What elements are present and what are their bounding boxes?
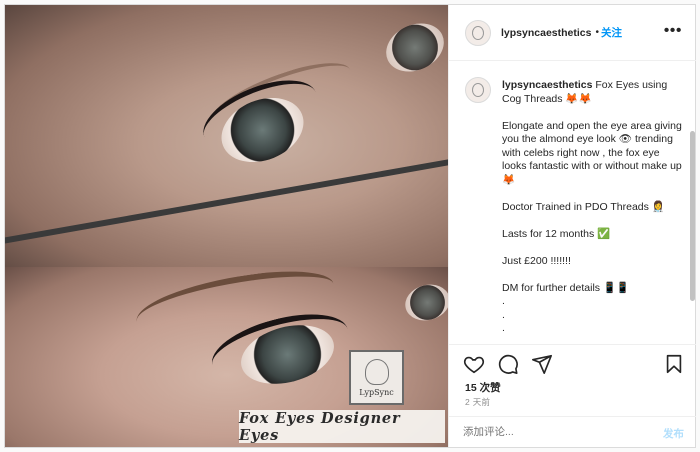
more-options-icon[interactable]: ••• xyxy=(664,22,682,40)
caption-line: Just £200 !!!!!!! xyxy=(502,254,571,267)
post-comment-button[interactable]: 发布 xyxy=(663,426,684,441)
post-image[interactable]: LypSync Fox Eyes Designer Eyes xyxy=(5,5,448,447)
follow-button[interactable]: 关注 xyxy=(601,25,622,40)
caption-line: Elongate and open the eye area giving yo… xyxy=(502,119,682,186)
lypsync-logo: LypSync xyxy=(349,350,404,405)
caption-line: . xyxy=(502,322,505,334)
image-banner: Fox Eyes Designer Eyes xyxy=(239,410,445,444)
caption-avatar-face-icon xyxy=(472,83,484,97)
post-timestamp[interactable]: 2 天前 xyxy=(465,396,490,408)
instagram-post: LypSync Fox Eyes Designer Eyes lypsyncae… xyxy=(4,4,696,448)
caption-line: DM for further details 📱📱 xyxy=(502,281,630,294)
avatar-face-icon xyxy=(472,25,484,40)
caption-text: lypsyncaesthetics Fox Eyes using Cog Thr… xyxy=(502,79,682,336)
logo-text: LypSync xyxy=(359,387,394,397)
post-header: lypsyncaesthetics • 关注 ••• xyxy=(449,5,696,61)
post-sidebar: lypsyncaesthetics • 关注 ••• lypsyncaesthe… xyxy=(448,5,696,447)
post-actions: 15 次赞 2 天前 发布 xyxy=(449,344,696,448)
eye-bottom-far xyxy=(401,279,448,326)
comment-icon[interactable] xyxy=(497,353,519,375)
heart-icon[interactable] xyxy=(463,353,485,375)
header-dot: • xyxy=(595,27,599,38)
likes-count[interactable]: 15 次赞 xyxy=(465,380,501,395)
header-username[interactable]: lypsyncaesthetics xyxy=(501,27,591,39)
caption-scrollbar[interactable] xyxy=(690,131,695,301)
bookmark-icon[interactable] xyxy=(663,353,685,375)
comment-input[interactable] xyxy=(463,426,643,438)
caption-avatar[interactable] xyxy=(465,77,491,103)
avatar[interactable] xyxy=(465,19,491,46)
caption-line: . xyxy=(502,308,505,321)
caption-area: lypsyncaesthetics Fox Eyes using Cog Thr… xyxy=(449,61,696,344)
share-icon[interactable] xyxy=(531,353,553,375)
eye-top-far xyxy=(378,14,448,81)
logo-face-icon xyxy=(364,358,389,385)
caption-line: Lasts for 12 months ✅ xyxy=(502,227,611,240)
caption-username[interactable]: lypsyncaesthetics xyxy=(502,79,592,91)
caption-line: . xyxy=(502,295,505,307)
comment-bar: 发布 xyxy=(449,416,696,449)
action-icons xyxy=(463,353,683,375)
photo-top xyxy=(5,5,448,280)
caption-line: Doctor Trained in PDO Threads 👩‍⚕️ xyxy=(502,200,665,213)
